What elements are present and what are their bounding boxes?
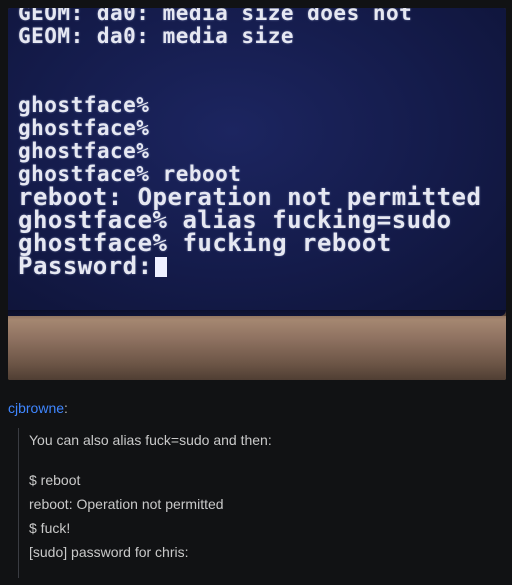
quote-spacer <box>29 452 509 468</box>
username-colon: : <box>64 400 68 416</box>
terminal-line: GEOM: da0: media size does not <box>18 8 413 25</box>
quote-line: $ reboot <box>29 472 81 488</box>
quote-line: [sudo] password for chris: <box>29 544 189 560</box>
post: GEOM: da0: media size does not GEOM: da0:… <box>0 0 512 585</box>
username-link[interactable]: cjbrowne <box>8 400 64 416</box>
terminal-prompt-line: Password: <box>18 252 506 280</box>
password-prompt: Password: <box>18 252 153 280</box>
terminal-line: GEOM: da0: media size <box>18 24 295 48</box>
monitor-bezel <box>8 316 506 380</box>
terminal-line: ghostface% <box>18 116 150 140</box>
reblog-caption: cjbrowne: You can also alias fuck=sudo a… <box>8 400 504 578</box>
terminal-blank <box>18 48 506 94</box>
quote-line: reboot: Operation not permitted <box>29 496 224 512</box>
blockquote: You can also alias fuck=sudo and then: $… <box>18 428 509 578</box>
quote-line: $ fuck! <box>29 520 71 536</box>
cursor-block <box>154 257 167 277</box>
terminal-line: ghostface% <box>18 93 150 117</box>
terminal-output: GEOM: da0: media size does not GEOM: da0:… <box>18 8 506 278</box>
terminal-screen: GEOM: da0: media size does not GEOM: da0:… <box>8 8 506 316</box>
terminal-line: ghostface% <box>18 139 150 163</box>
quote-line: You can also alias fuck=sudo and then: <box>29 432 272 448</box>
bezel-shadow <box>8 310 506 320</box>
monitor-photo: GEOM: da0: media size does not GEOM: da0:… <box>8 8 506 380</box>
